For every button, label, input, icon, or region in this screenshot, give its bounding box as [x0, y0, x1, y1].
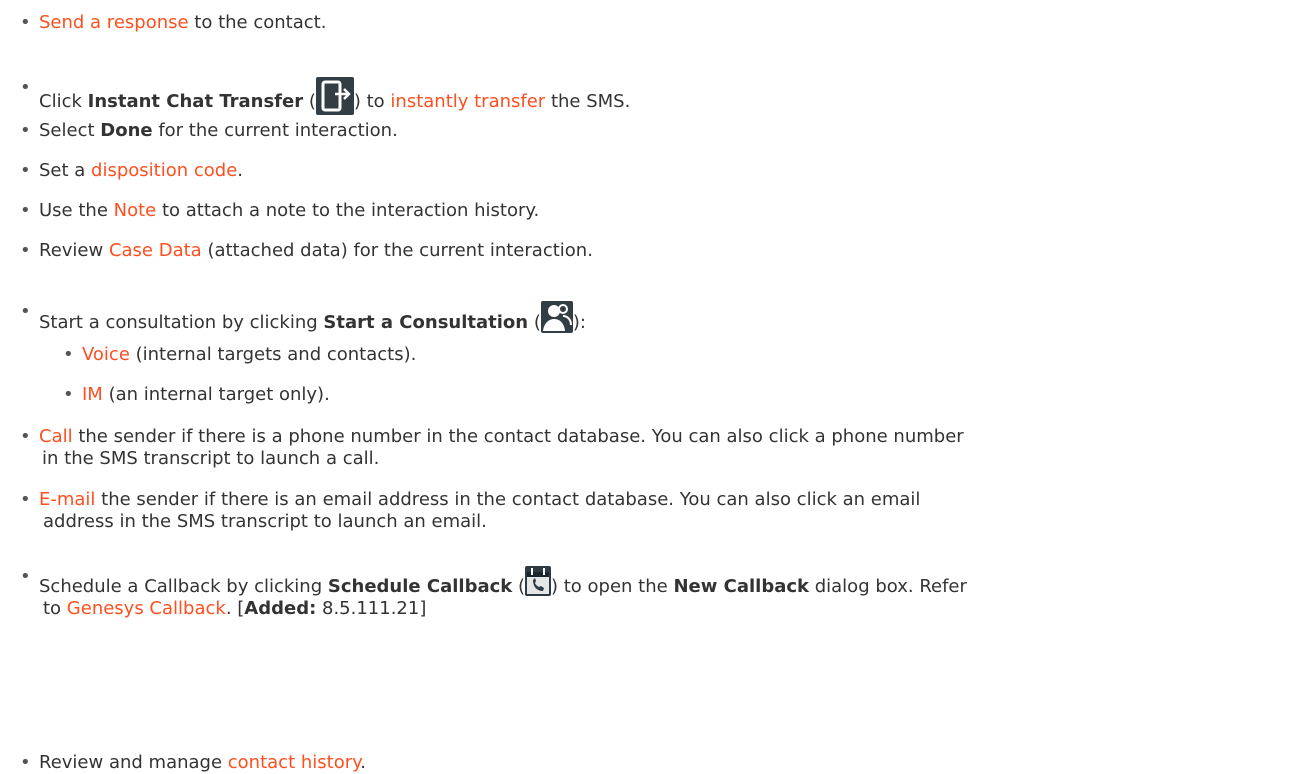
schedule-callback-label: Schedule Callback	[327, 576, 513, 597]
list-item-consultation: • Start a consultation by clicking Start…	[20, 301, 586, 333]
list-item-case-data: • Review Case Data (attached data) for t…	[20, 240, 593, 261]
list-item-call: • Call the sender if there is a phone nu…	[20, 426, 964, 469]
list-item-contact-history: • Review and manage contact history.	[20, 752, 366, 773]
disposition-code-link[interactable]: disposition code	[91, 160, 237, 181]
schedule-callback-icon	[525, 566, 551, 596]
call-link[interactable]: Call	[39, 426, 73, 447]
list-item-instant-transfer: • Click Instant Chat Transfer () to inst…	[20, 77, 1288, 115]
genesys-callback-link[interactable]: Genesys Callback	[67, 598, 226, 619]
email-link[interactable]: E-mail	[39, 489, 95, 510]
instant-chat-transfer-icon	[315, 77, 354, 115]
start-consultation-label: Start a Consultation	[323, 312, 529, 333]
contact-history-link[interactable]: contact history	[228, 752, 360, 773]
list-item-im: • IM (an internal target only).	[63, 384, 330, 405]
send-response-link[interactable]: Send a response	[39, 12, 189, 33]
case-data-link[interactable]: Case Data	[109, 240, 202, 261]
bullet: •	[20, 12, 31, 33]
list-item-disposition: • Set a disposition code.	[20, 160, 243, 181]
done-label: Done	[100, 120, 153, 141]
note-link[interactable]: Note	[114, 200, 157, 221]
list-item-done: • Select Done for the current interactio…	[20, 120, 398, 141]
added-label: Added:	[244, 598, 317, 619]
start-consultation-icon	[540, 301, 573, 333]
list-item-schedule-callback: • Schedule a Callback by clicking Schedu…	[20, 566, 967, 619]
list-item-voice: • Voice (internal targets and contacts).	[63, 344, 417, 365]
new-callback-label: New Callback	[673, 576, 809, 597]
voice-link[interactable]: Voice	[82, 344, 130, 365]
list-item-email: • E-mail the sender if there is an email…	[20, 489, 921, 532]
list-item-note: • Use the Note to attach a note to the i…	[20, 200, 540, 221]
im-link[interactable]: IM	[82, 384, 103, 405]
list-item-send-response: • Send a response to the contact.	[20, 12, 327, 33]
instant-chat-transfer-label: Instant Chat Transfer	[87, 91, 304, 112]
instantly-transfer-link[interactable]: instantly transfer	[390, 91, 545, 112]
